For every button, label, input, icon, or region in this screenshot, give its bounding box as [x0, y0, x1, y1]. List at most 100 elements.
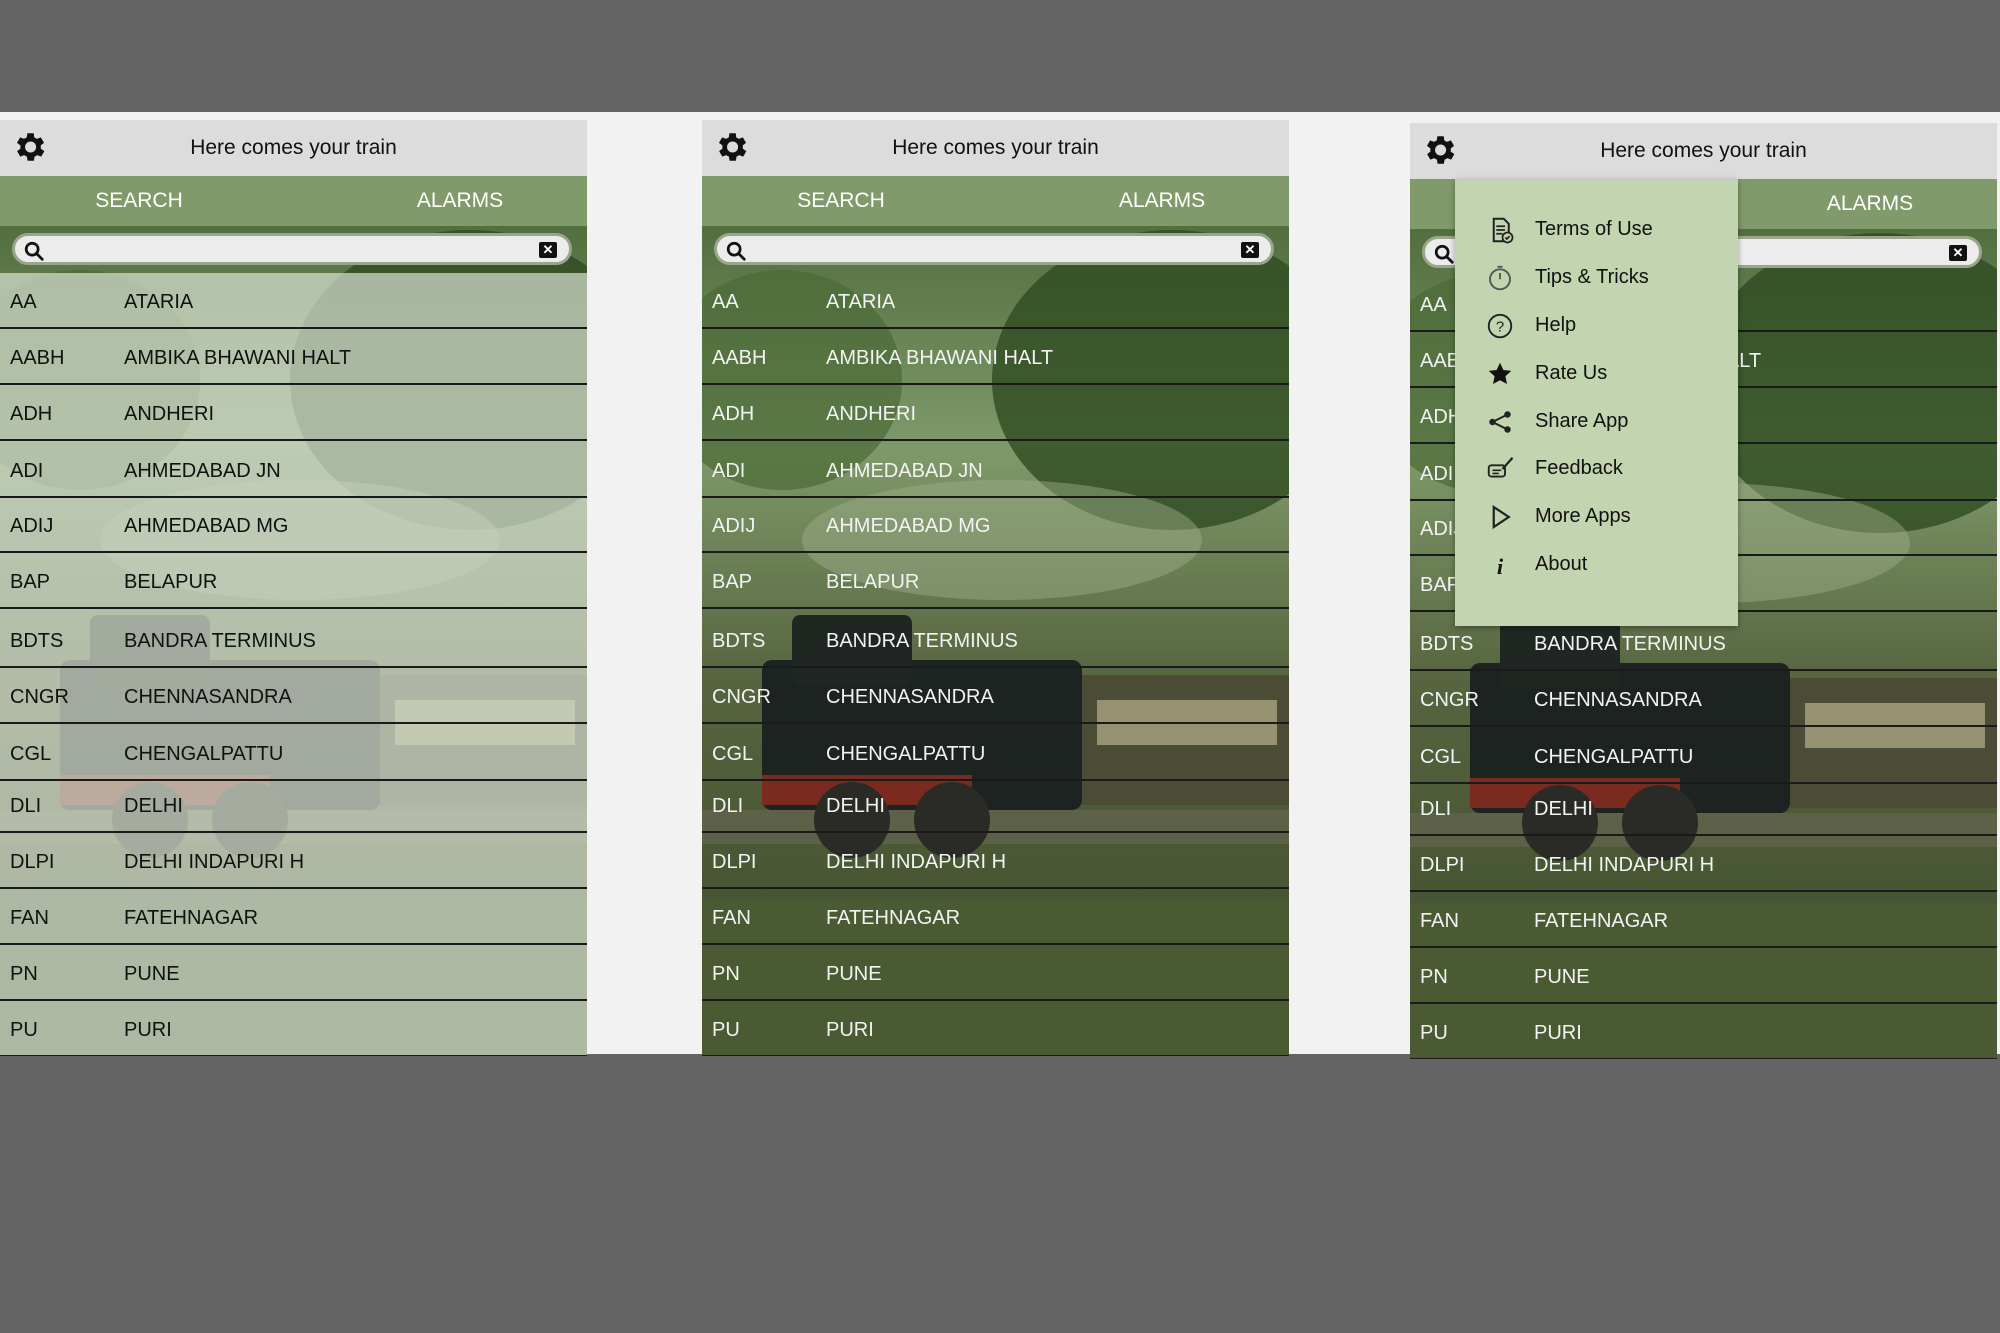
- settings-gear-icon[interactable]: [1420, 131, 1458, 169]
- settings-gear-icon[interactable]: [10, 128, 48, 166]
- station-name: CHENNASANDRA: [124, 686, 292, 708]
- tab-alarms[interactable]: ALARMS: [1755, 179, 1985, 229]
- clear-search-icon[interactable]: ✕: [1949, 245, 1967, 261]
- station-name: DELHI: [1534, 798, 1593, 820]
- clear-search-icon[interactable]: ✕: [1241, 242, 1259, 258]
- station-row[interactable]: DLPI DELHI INDAPURI H: [0, 833, 587, 889]
- station-code: ADH: [10, 403, 53, 425]
- station-row[interactable]: PN PUNE: [1410, 948, 1997, 1004]
- station-row[interactable]: FAN FATEHNAGAR: [1410, 892, 1997, 948]
- station-row[interactable]: ADH ANDHERI: [702, 385, 1289, 441]
- menu-item-feedback[interactable]: Feedback: [1455, 445, 1738, 491]
- station-code: AABH: [712, 347, 767, 369]
- screen-settings-menu: Here comes your train SEARCH ALARMS ✕ AA…: [1410, 123, 1997, 1059]
- search-bar: ✕: [12, 233, 572, 265]
- station-row[interactable]: PN PUNE: [0, 945, 587, 1001]
- station-row[interactable]: DLI DELHI: [702, 777, 1289, 833]
- tab-alarms[interactable]: ALARMS: [345, 176, 575, 226]
- search-input[interactable]: [753, 238, 1227, 264]
- menu-item-label: More Apps: [1535, 505, 1631, 527]
- play-icon: [1492, 504, 1511, 530]
- tab-bar: SEARCH ALARMS: [0, 176, 587, 226]
- station-row[interactable]: ADH ANDHERI: [0, 385, 587, 441]
- station-name: DELHI: [124, 795, 183, 817]
- station-code: CNGR: [10, 686, 69, 708]
- station-name: DELHI INDAPURI H: [124, 851, 305, 873]
- clear-search-icon[interactable]: ✕: [539, 242, 557, 258]
- station-row[interactable]: CNGR CHENNASANDRA: [0, 668, 587, 724]
- menu-item-tips-tricks[interactable]: Tips & Tricks: [1455, 254, 1738, 300]
- station-row[interactable]: ADI AHMEDABAD JN: [0, 442, 587, 498]
- station-row[interactable]: PU PURI: [0, 1001, 587, 1056]
- station-row[interactable]: BDTS BANDRA TERMINUS: [702, 612, 1289, 668]
- menu-item-share-app[interactable]: Share App: [1455, 398, 1738, 444]
- question-icon: ?: [1487, 313, 1513, 339]
- station-row[interactable]: FAN FATEHNAGAR: [702, 889, 1289, 945]
- station-row[interactable]: CNGR CHENNASANDRA: [702, 668, 1289, 724]
- menu-item-help[interactable]: ? Help: [1455, 302, 1738, 348]
- station-row[interactable]: AABH AMBIKA BHAWANI HALT: [0, 329, 587, 385]
- station-code: AABH: [10, 347, 65, 369]
- station-row[interactable]: ADI AHMEDABAD JN: [702, 442, 1289, 498]
- station-row[interactable]: PU PURI: [1410, 1004, 1997, 1059]
- station-row[interactable]: AABH AMBIKA BHAWANI HALT: [702, 329, 1289, 385]
- station-code: PN: [1420, 966, 1448, 988]
- tab-bar: SEARCH ALARMS: [702, 176, 1289, 226]
- station-row[interactable]: AA ATARIA: [0, 273, 587, 329]
- tab-search[interactable]: SEARCH: [726, 176, 956, 226]
- svg-text:?: ?: [1496, 319, 1504, 336]
- station-row[interactable]: BAP BELAPUR: [0, 553, 587, 609]
- station-name: PUNE: [1534, 966, 1590, 988]
- station-code: CGL: [712, 743, 754, 765]
- station-row[interactable]: DLI DELHI: [0, 777, 587, 833]
- station-row[interactable]: PN PUNE: [702, 945, 1289, 1001]
- station-row[interactable]: CGL CHENGALPATTU: [702, 725, 1289, 781]
- star-icon: [1488, 362, 1512, 384]
- station-name: FATEHNAGAR: [826, 907, 961, 929]
- station-name: PURI: [826, 1019, 874, 1041]
- search-icon: [726, 241, 746, 261]
- stopwatch-icon: [1489, 265, 1511, 291]
- station-row[interactable]: ADIJ AHMEDABAD MG: [0, 497, 587, 553]
- station-row[interactable]: PU PURI: [702, 1001, 1289, 1056]
- document-icon: [1492, 217, 1514, 244]
- station-row[interactable]: DLPI DELHI INDAPURI H: [702, 833, 1289, 889]
- station-code: ADI: [1420, 463, 1454, 485]
- info-icon: i: [1497, 554, 1504, 579]
- station-name: DELHI INDAPURI H: [1534, 854, 1715, 876]
- tab-search[interactable]: SEARCH: [24, 176, 254, 226]
- station-name: AMBIKA BHAWANI HALT: [124, 347, 352, 369]
- station-row[interactable]: DLI DELHI: [1410, 780, 1997, 836]
- settings-gear-icon[interactable]: [712, 128, 750, 166]
- station-row[interactable]: CGL CHENGALPATTU: [0, 725, 587, 781]
- station-row[interactable]: CNGR CHENNASANDRA: [1410, 671, 1997, 727]
- menu-item-more-apps[interactable]: More Apps: [1455, 493, 1738, 539]
- station-code: BDTS: [712, 630, 766, 652]
- menu-item-about[interactable]: i About: [1455, 541, 1738, 587]
- station-row[interactable]: ADIJ AHMEDABAD MG: [702, 497, 1289, 553]
- station-name: DELHI: [826, 795, 885, 817]
- station-row[interactable]: FAN FATEHNAGAR: [0, 889, 587, 945]
- top-bar: Here comes your train: [0, 120, 587, 176]
- station-row[interactable]: CGL CHENGALPATTU: [1410, 728, 1997, 784]
- app-title: Here comes your train: [892, 136, 1099, 159]
- station-name: PUNE: [826, 963, 882, 985]
- station-code: ADI: [10, 460, 44, 482]
- search-input[interactable]: [51, 238, 525, 264]
- station-code: PU: [10, 1019, 38, 1041]
- station-row[interactable]: BAP BELAPUR: [702, 553, 1289, 609]
- station-name: BANDRA TERMINUS: [1534, 633, 1726, 655]
- menu-item-rate-us[interactable]: Rate Us: [1455, 350, 1738, 396]
- station-code: ADI: [712, 460, 746, 482]
- station-code: AA: [10, 291, 37, 313]
- station-code: FAN: [1420, 910, 1459, 932]
- station-code: FAN: [10, 907, 49, 929]
- station-name: BANDRA TERMINUS: [826, 630, 1018, 652]
- station-row[interactable]: DLPI DELHI INDAPURI H: [1410, 836, 1997, 892]
- station-row[interactable]: AA ATARIA: [702, 273, 1289, 329]
- station-code: DLI: [712, 795, 744, 817]
- menu-item-terms-of-use[interactable]: Terms of Use: [1455, 206, 1738, 252]
- station-row[interactable]: BDTS BANDRA TERMINUS: [0, 612, 587, 668]
- tab-alarms[interactable]: ALARMS: [1047, 176, 1277, 226]
- station-name: ANDHERI: [826, 403, 917, 425]
